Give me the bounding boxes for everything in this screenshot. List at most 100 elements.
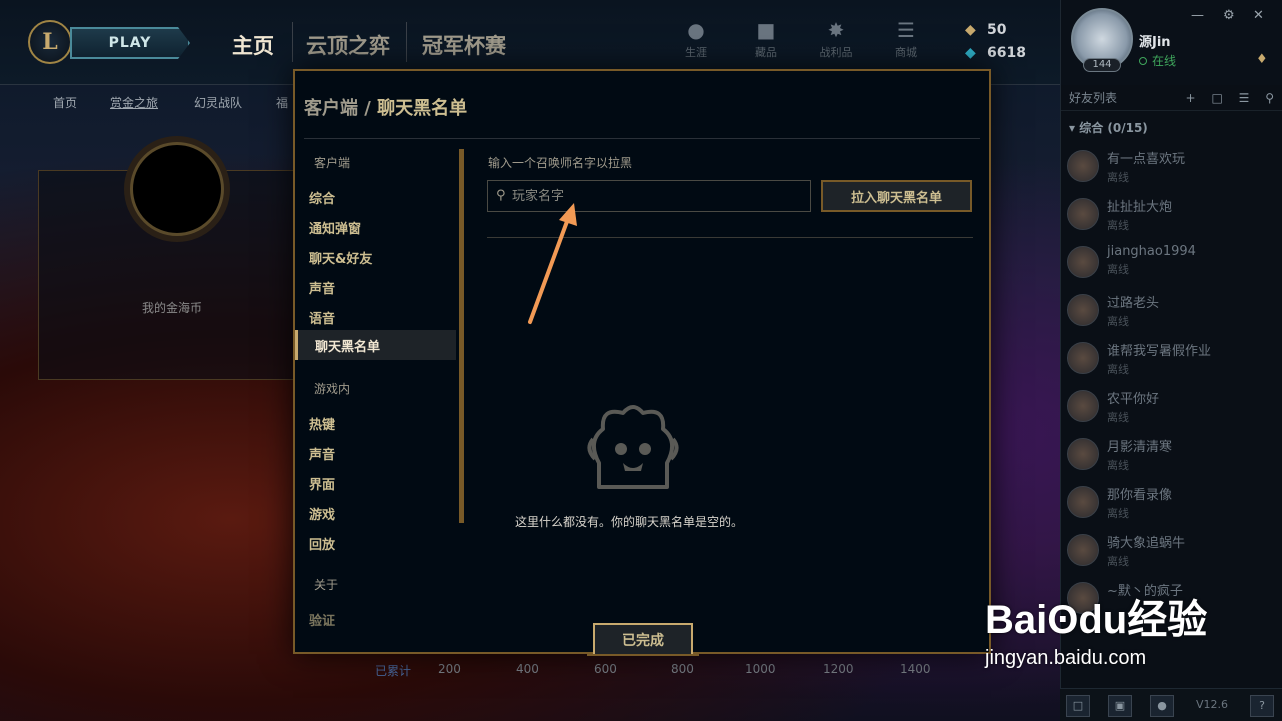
axis-label: 已累计 [375,664,412,678]
breadcrumb-separator: / [364,98,371,119]
settings-modal: 客户端 / 聊天黑名单 客户端 综合 通知弹窗 聊天&好友 声音 语音 聊天黑名… [293,69,991,656]
friend-avatar [1067,246,1099,278]
friend-state: 离线 [1107,219,1129,232]
sidebar-item-replays[interactable]: 回放 [309,534,335,553]
friend-item[interactable]: 骑大象追蜗牛 离线 [1061,528,1282,576]
title-divider [304,138,980,139]
friends-title: 好友列表 [1069,91,1118,105]
sidebar-item-hotkeys[interactable]: 热键 [309,414,335,433]
riot-points-value: 6618 [987,45,1026,61]
sidebar-item-chat-friends[interactable]: 聊天&好友 [309,248,372,267]
friend-avatar [1067,150,1099,182]
store-button[interactable]: ☰ 商城 [880,16,932,68]
search-icon: ⚲ [496,188,506,203]
section-ingame: 游戏内 [314,382,351,396]
nav-home-tab[interactable]: 主页 [232,30,274,60]
version-label: V12.6 [1196,698,1229,711]
chat-icon[interactable]: □ [1066,695,1090,717]
friend-name: jianghao1994 [1107,244,1196,259]
sidebar-item-sound[interactable]: 声音 [309,278,335,297]
friend-state: 离线 [1107,263,1129,276]
friend-avatar [1067,534,1099,566]
minimize-icon[interactable]: — [1191,8,1204,23]
search-icon[interactable]: ⚲ [1265,91,1274,105]
add-folder-icon[interactable]: □ [1211,91,1222,105]
friend-name: 扯扯扯大炮 [1107,200,1173,215]
friends-group-toggle[interactable]: ▾ 综合 (0/15) [1061,111,1282,144]
friend-name: 农平你好 [1107,392,1160,407]
axis-tick: 1400 [900,662,931,676]
player-name-input[interactable] [512,181,802,211]
friend-item[interactable]: 扯扯扯大炮 离线 [1061,192,1282,240]
friend-item[interactable]: 有一点喜欢玩 离线 [1061,144,1282,192]
friend-name: 谁帮我写暑假作业 [1107,344,1212,359]
notification-bell-icon[interactable]: ♦ [1256,52,1268,67]
clipboard-icon[interactable]: ▣ [1108,695,1132,717]
axis-tick: 1000 [745,662,776,676]
group-label: 综合 (0/15) [1079,121,1148,135]
player-name-field[interactable]: ⚲ [487,180,811,212]
friend-avatar [1067,390,1099,422]
online-dot-icon [1139,57,1147,65]
friend-avatar [1067,198,1099,230]
friend-avatar [1067,486,1099,518]
subnav-more[interactable]: 福 [276,94,288,111]
axis-tick: 800 [671,662,694,676]
level-badge: 144 [1083,58,1121,72]
add-to-blacklist-button[interactable]: 拉入聊天黑名单 [821,180,972,212]
input-label: 输入一个召唤师名字以拉黑 [488,156,633,170]
play-button[interactable]: PLAY [70,27,190,59]
friend-item[interactable]: 农平你好 离线 [1061,384,1282,432]
done-button[interactable]: 已完成 [587,623,699,656]
friend-item[interactable]: 月影清清寒 离线 [1061,432,1282,480]
subnav-bounty[interactable]: 赏金之旅 [110,94,158,111]
sidebar-item-general[interactable]: 综合 [309,188,335,207]
axis-tick: 1200 [823,662,854,676]
close-icon[interactable]: ✕ [1253,8,1264,23]
friend-state: 离线 [1107,555,1129,568]
breadcrumb-parent: 客户端 [304,98,358,119]
sidebar-item-notifications[interactable]: 通知弹窗 [309,218,361,237]
friend-name: 骑大象追蜗牛 [1107,536,1186,551]
profile-panel[interactable]: 144 源Jin 在线 — ⚙ ✕ ♦ [1060,0,1282,85]
nav-tft-tab[interactable]: 云顶之弈 [306,30,390,60]
sidebar-item-voice[interactable]: 语音 [309,308,335,327]
subnav-home[interactable]: 首页 [53,94,77,111]
friend-item[interactable]: 谁帮我写暑假作业 离线 [1061,336,1282,384]
microphone-icon[interactable]: ● [1150,695,1174,717]
sidebar-item-chat-blacklist[interactable]: 聊天黑名单 [295,330,456,360]
friend-state: 离线 [1107,363,1129,376]
friend-item[interactable]: 过路老头 离线 [1061,288,1282,336]
profile-button[interactable]: ● 生涯 [670,16,722,68]
axis-tick: 200 [438,662,461,676]
store-icon: ☰ [897,18,915,42]
friend-item[interactable]: 那你看录像 离线 [1061,480,1282,528]
friend-avatar [1067,294,1099,326]
baidu-watermark: Baiʘdu经验 jingyan.baidu.com [985,587,1207,670]
social-bottom-bar: □ ▣ ● V12.6 ? [1060,688,1282,721]
nav-clash-tab[interactable]: 冠军杯赛 [422,30,506,60]
friend-state: 离线 [1107,507,1129,520]
friend-item[interactable]: jianghao1994 离线 [1061,240,1282,288]
empty-state-message: 这里什么都没有。你的聊天黑名单是空的。 [515,515,744,529]
add-friend-icon[interactable]: + [1186,91,1196,105]
status-indicator[interactable]: 在线 [1139,52,1176,69]
subnav-spirit[interactable]: 幻灵战队 [194,94,242,111]
collection-button[interactable]: ■ 藏品 [740,16,792,68]
friend-state: 离线 [1107,315,1129,328]
profile-icon: ● [687,18,705,42]
profile-label: 生涯 [685,46,707,59]
sidebar-scrollbar[interactable] [459,149,464,523]
settings-gear-icon[interactable]: ⚙ [1223,8,1235,23]
sidebar-item-verification[interactable]: 验证 [309,610,335,629]
loot-button[interactable]: ✸ 战利品 [810,16,862,68]
sidebar-item-interface[interactable]: 界面 [309,474,335,493]
loot-label: 战利品 [819,46,853,59]
collection-label: 藏品 [755,46,777,59]
sort-list-icon[interactable]: ☰ [1239,91,1250,105]
sidebar-item-game[interactable]: 游戏 [309,504,335,523]
riot-points-icon: ◆ [965,45,976,61]
riot-points-display: ◆ 6618 [965,45,1026,61]
sidebar-item-ingame-sound[interactable]: 声音 [309,444,335,463]
help-icon[interactable]: ? [1250,695,1274,717]
